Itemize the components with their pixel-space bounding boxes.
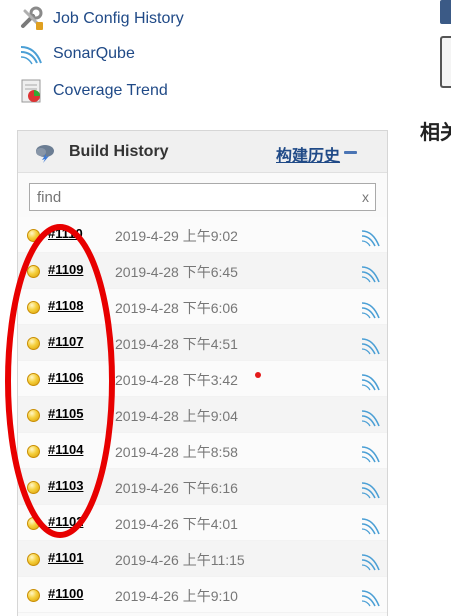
sonarqube-icon [20, 46, 42, 65]
build-number-link[interactable]: #1106 [48, 370, 83, 385]
side-link-coverage-trend[interactable]: Coverage Trend [19, 77, 168, 105]
cropped-image-fragment [440, 36, 451, 88]
build-row: #1102 2019-4-26 下午4:01 [18, 505, 387, 541]
red-marker-dot [255, 372, 261, 378]
build-number-link[interactable]: #1107 [48, 334, 83, 349]
build-status-ball-icon [27, 301, 40, 314]
console-output-icon[interactable] [360, 335, 382, 355]
build-timestamp: 2019-4-28 上午8:58 [115, 444, 238, 460]
build-row: #1100 2019-4-26 上午9:10 [18, 577, 387, 613]
build-row: #1105 2019-4-28 上午9:04 [18, 397, 387, 433]
build-row: #1109 2019-4-28 下午6:45 [18, 253, 387, 289]
console-output-icon[interactable] [360, 407, 382, 427]
side-link-label: Job Config History [53, 10, 184, 27]
build-timestamp: 2019-4-26 下午4:01 [115, 516, 238, 532]
build-number-link[interactable]: #1109 [48, 262, 83, 277]
side-link-job-config-history[interactable]: Job Config History [19, 5, 184, 33]
console-output-icon[interactable] [360, 551, 382, 571]
build-search-box: x [29, 183, 376, 211]
build-status-ball-icon [27, 337, 40, 350]
build-timestamp: 2019-4-26 上午11:15 [115, 552, 245, 568]
build-number-link[interactable]: #1104 [48, 442, 83, 457]
build-row: #1108 2019-4-28 下午6:06 [18, 289, 387, 325]
build-row: #1104 2019-4-28 上午8:58 [18, 433, 387, 469]
build-status-ball-icon [27, 481, 40, 494]
console-output-icon[interactable] [360, 371, 382, 391]
build-row: #1101 2019-4-26 上午11:15 [18, 541, 387, 577]
build-number-link[interactable]: #1100 [48, 586, 83, 601]
related-section-title: 相关 [420, 122, 451, 144]
build-status-ball-icon [27, 517, 40, 530]
console-output-icon[interactable] [360, 443, 382, 463]
build-status-ball-icon [27, 229, 40, 242]
build-timestamp: 2019-4-28 下午6:06 [115, 300, 238, 316]
build-trend-link[interactable]: 构建历史 [276, 142, 340, 166]
console-output-icon[interactable] [360, 263, 382, 283]
job-config-history-icon [21, 6, 43, 30]
build-history-header: Build History 构建历史 [18, 131, 387, 173]
build-timestamp: 2019-4-28 上午9:04 [115, 408, 238, 424]
console-output-icon[interactable] [360, 227, 382, 247]
build-number-link[interactable]: #1110 [48, 226, 83, 241]
side-link-sonarqube[interactable]: SonarQube [19, 40, 135, 68]
build-status-ball-icon [27, 373, 40, 386]
build-status-ball-icon [27, 589, 40, 602]
build-number-link[interactable]: #1102 [48, 514, 83, 529]
cropped-image-fragment [440, 0, 451, 24]
build-timestamp: 2019-4-26 上午9:10 [115, 588, 238, 604]
build-number-link[interactable]: #1103 [48, 478, 83, 493]
weather-cloud-icon [36, 145, 54, 163]
side-link-label: SonarQube [53, 45, 135, 62]
build-number-link[interactable]: #1105 [48, 406, 83, 421]
console-output-icon[interactable] [360, 515, 382, 535]
build-status-ball-icon [27, 409, 40, 422]
collapse-icon[interactable] [344, 151, 357, 154]
side-link-label: Coverage Trend [53, 82, 168, 99]
build-list: #1110 2019-4-29 上午9:02 #1109 2019-4-28 下午6:… [18, 217, 387, 613]
build-history-title: Build History [69, 143, 169, 160]
build-status-ball-icon [27, 265, 40, 278]
build-number-link[interactable]: #1108 [48, 298, 83, 313]
build-row: #1107 2019-4-28 下午4:51 [18, 325, 387, 361]
build-row: #1110 2019-4-29 上午9:02 [18, 217, 387, 253]
build-row: #1106 2019-4-28 下午3:42 [18, 361, 387, 397]
build-row: #1103 2019-4-26 下午6:16 [18, 469, 387, 505]
clear-search-icon[interactable]: x [362, 189, 369, 205]
build-status-ball-icon [27, 553, 40, 566]
build-search-input[interactable] [30, 184, 357, 210]
console-output-icon[interactable] [360, 587, 382, 607]
build-timestamp: 2019-4-26 下午6:16 [115, 480, 238, 496]
build-history-panel: Build History 构建历史 x #1110 2019-4-29 上午9:… [17, 130, 388, 616]
build-status-ball-icon [27, 445, 40, 458]
build-timestamp: 2019-4-28 下午3:42 [115, 372, 238, 388]
build-timestamp: 2019-4-28 下午4:51 [115, 336, 238, 352]
console-output-icon[interactable] [360, 299, 382, 319]
build-timestamp: 2019-4-29 上午9:02 [115, 228, 238, 244]
console-output-icon[interactable] [360, 479, 382, 499]
build-number-link[interactable]: #1101 [48, 550, 83, 565]
coverage-trend-icon [21, 79, 41, 103]
build-timestamp: 2019-4-28 下午6:45 [115, 264, 238, 280]
